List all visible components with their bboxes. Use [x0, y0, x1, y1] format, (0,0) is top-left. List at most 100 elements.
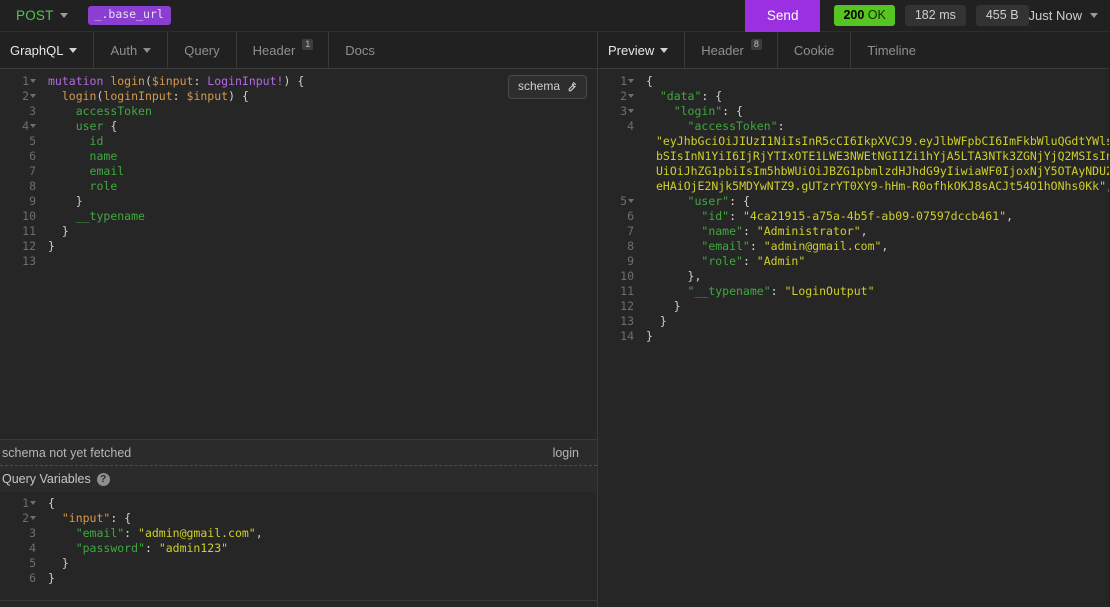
- fold-triangle-icon[interactable]: [30, 124, 36, 128]
- code-content: }: [61, 224, 69, 238]
- line-number: 7: [29, 164, 36, 178]
- line-number-blank: [598, 164, 636, 179]
- code-content: },: [687, 269, 702, 283]
- line-number: 6: [627, 209, 634, 223]
- fold-triangle-icon[interactable]: [628, 109, 634, 113]
- line-number: 2: [598, 89, 636, 104]
- code-line: 10 __typename: [0, 209, 597, 224]
- schema-button-label: schema: [517, 79, 560, 93]
- tab-label: GraphQL: [10, 42, 64, 58]
- code-line: 3 "login": {: [598, 104, 1109, 119]
- url-input-fill[interactable]: [171, 0, 745, 31]
- response-body-viewer[interactable]: 1{2 "data": {3 "login": {4 "accessToken"…: [598, 69, 1109, 607]
- tab-label: Timeline: [867, 42, 917, 58]
- code-line: 1{: [598, 74, 1109, 89]
- code-content: }: [48, 239, 55, 253]
- line-number: 8: [29, 179, 36, 193]
- tab-header[interactable]: Header 1: [235, 32, 329, 68]
- code-content: "user": {: [687, 194, 750, 208]
- line-number: 5: [598, 194, 636, 209]
- line-number: 8: [627, 239, 634, 253]
- code-content: user {: [75, 119, 118, 133]
- line-number: 3: [29, 526, 36, 540]
- line-number: 9: [627, 254, 634, 268]
- tab-auth[interactable]: Auth: [93, 32, 167, 68]
- line-number: 4: [29, 541, 36, 555]
- tab-timeline[interactable]: Timeline: [850, 32, 932, 68]
- tab-label: Preview: [608, 42, 655, 58]
- line-number-blank: [598, 149, 636, 164]
- tab-query[interactable]: Query: [167, 32, 235, 68]
- response-time-badge: 182 ms: [904, 4, 966, 27]
- code-content: "accessToken":: [687, 119, 785, 133]
- code-content: "id": "4ca21915-a75a-4b5f-ab09-07597dccb…: [701, 209, 1013, 223]
- line-number: 11: [22, 224, 36, 238]
- code-line: 7 "name": "Administrator",: [598, 224, 1109, 239]
- fold-triangle-icon[interactable]: [30, 516, 36, 520]
- line-number: 6: [29, 571, 36, 585]
- code-line: 7 email: [0, 164, 597, 179]
- operation-name[interactable]: login: [553, 446, 593, 460]
- panes: GraphQL Auth Query Header 1 Docs schema …: [0, 32, 1110, 607]
- help-circle-icon[interactable]: ?: [96, 472, 110, 486]
- query-variables-editor[interactable]: 1{2 "input": {3 "email": "admin@gmail.co…: [0, 492, 597, 600]
- code-content: {: [646, 74, 653, 88]
- fold-triangle-icon[interactable]: [628, 79, 634, 83]
- request-pane: GraphQL Auth Query Header 1 Docs schema …: [0, 32, 598, 607]
- line-number: 1: [0, 496, 38, 511]
- chevron-down-icon: [1090, 13, 1098, 18]
- tab-preview[interactable]: Preview: [598, 32, 684, 68]
- code-content: "__typename": "LoginOutput": [687, 284, 875, 298]
- tab-label: Docs: [345, 42, 375, 58]
- status-badge: 200 OK: [834, 4, 895, 27]
- code-content: }: [75, 194, 83, 208]
- code-content: "password": "admin123": [75, 541, 229, 555]
- code-line: 3 "email": "admin@gmail.com",: [0, 526, 597, 541]
- fold-triangle-icon[interactable]: [628, 199, 634, 203]
- code-line: 1{: [0, 496, 597, 511]
- schema-button[interactable]: schema: [507, 75, 587, 99]
- send-button[interactable]: Send: [744, 0, 821, 32]
- code-content: }: [659, 314, 667, 328]
- code-line: 10 },: [598, 269, 1109, 284]
- code-content: "email": "admin@gmail.com",: [701, 239, 889, 253]
- code-content: }: [48, 571, 55, 585]
- tab-label: Header: [701, 42, 744, 58]
- pane-bottom-stub: [0, 601, 597, 607]
- access-token-line: "eyJhbGciOiJIUzI1NiIsInR5cCI6IkpXVCJ9.ey…: [598, 134, 1109, 149]
- fold-triangle-icon[interactable]: [30, 79, 36, 83]
- line-number-blank: [598, 134, 636, 149]
- fold-triangle-icon[interactable]: [628, 94, 634, 98]
- code-line: 4 user {: [0, 119, 597, 134]
- line-number: 13: [22, 254, 36, 268]
- chevron-down-icon: [143, 47, 152, 53]
- line-number: 9: [29, 194, 36, 208]
- fold-triangle-icon[interactable]: [30, 501, 36, 505]
- tab-graphql[interactable]: GraphQL: [0, 32, 93, 68]
- url-input[interactable]: _.base_url: [87, 6, 171, 25]
- method-selector[interactable]: POST: [8, 0, 74, 31]
- tab-docs[interactable]: Docs: [328, 32, 391, 68]
- code-line: 11 }: [0, 224, 597, 239]
- fold-triangle-icon[interactable]: [30, 94, 36, 98]
- code-line: 2 "input": {: [0, 511, 597, 526]
- response-size-badge: 455 B: [975, 4, 1029, 27]
- code-line: 12 }: [598, 299, 1109, 314]
- code-content: "eyJhbGciOiJIUzI1NiIsInR5cCI6IkpXVCJ9.ey…: [656, 134, 1109, 148]
- code-content: eHAiOjE2Njk5MDYwNTZ9.gUTzrYT0XY9-hHm-R0o…: [656, 179, 1109, 193]
- graphql-query-editor[interactable]: schema 1 mutation login($input: LoginInpu…: [0, 69, 597, 439]
- tab-cookie[interactable]: Cookie: [776, 32, 850, 68]
- line-number: 14: [620, 329, 634, 343]
- code-line: 2 "data": {: [598, 89, 1109, 104]
- status-text: OK: [867, 7, 886, 22]
- code-line: 8 "email": "admin@gmail.com",: [598, 239, 1109, 254]
- line-number: 11: [620, 284, 634, 298]
- code-line: 4 "accessToken":: [598, 119, 1109, 134]
- code-line: 13: [0, 254, 597, 269]
- code-content: [38, 254, 48, 269]
- response-tabstrip: Preview Header 8 Cookie Timeline: [598, 32, 1109, 69]
- tab-response-header[interactable]: Header 8: [684, 32, 777, 68]
- code-content: }: [61, 556, 69, 570]
- history-selector[interactable]: Just Now: [1029, 8, 1102, 23]
- code-line: 5 "user": {: [598, 194, 1109, 209]
